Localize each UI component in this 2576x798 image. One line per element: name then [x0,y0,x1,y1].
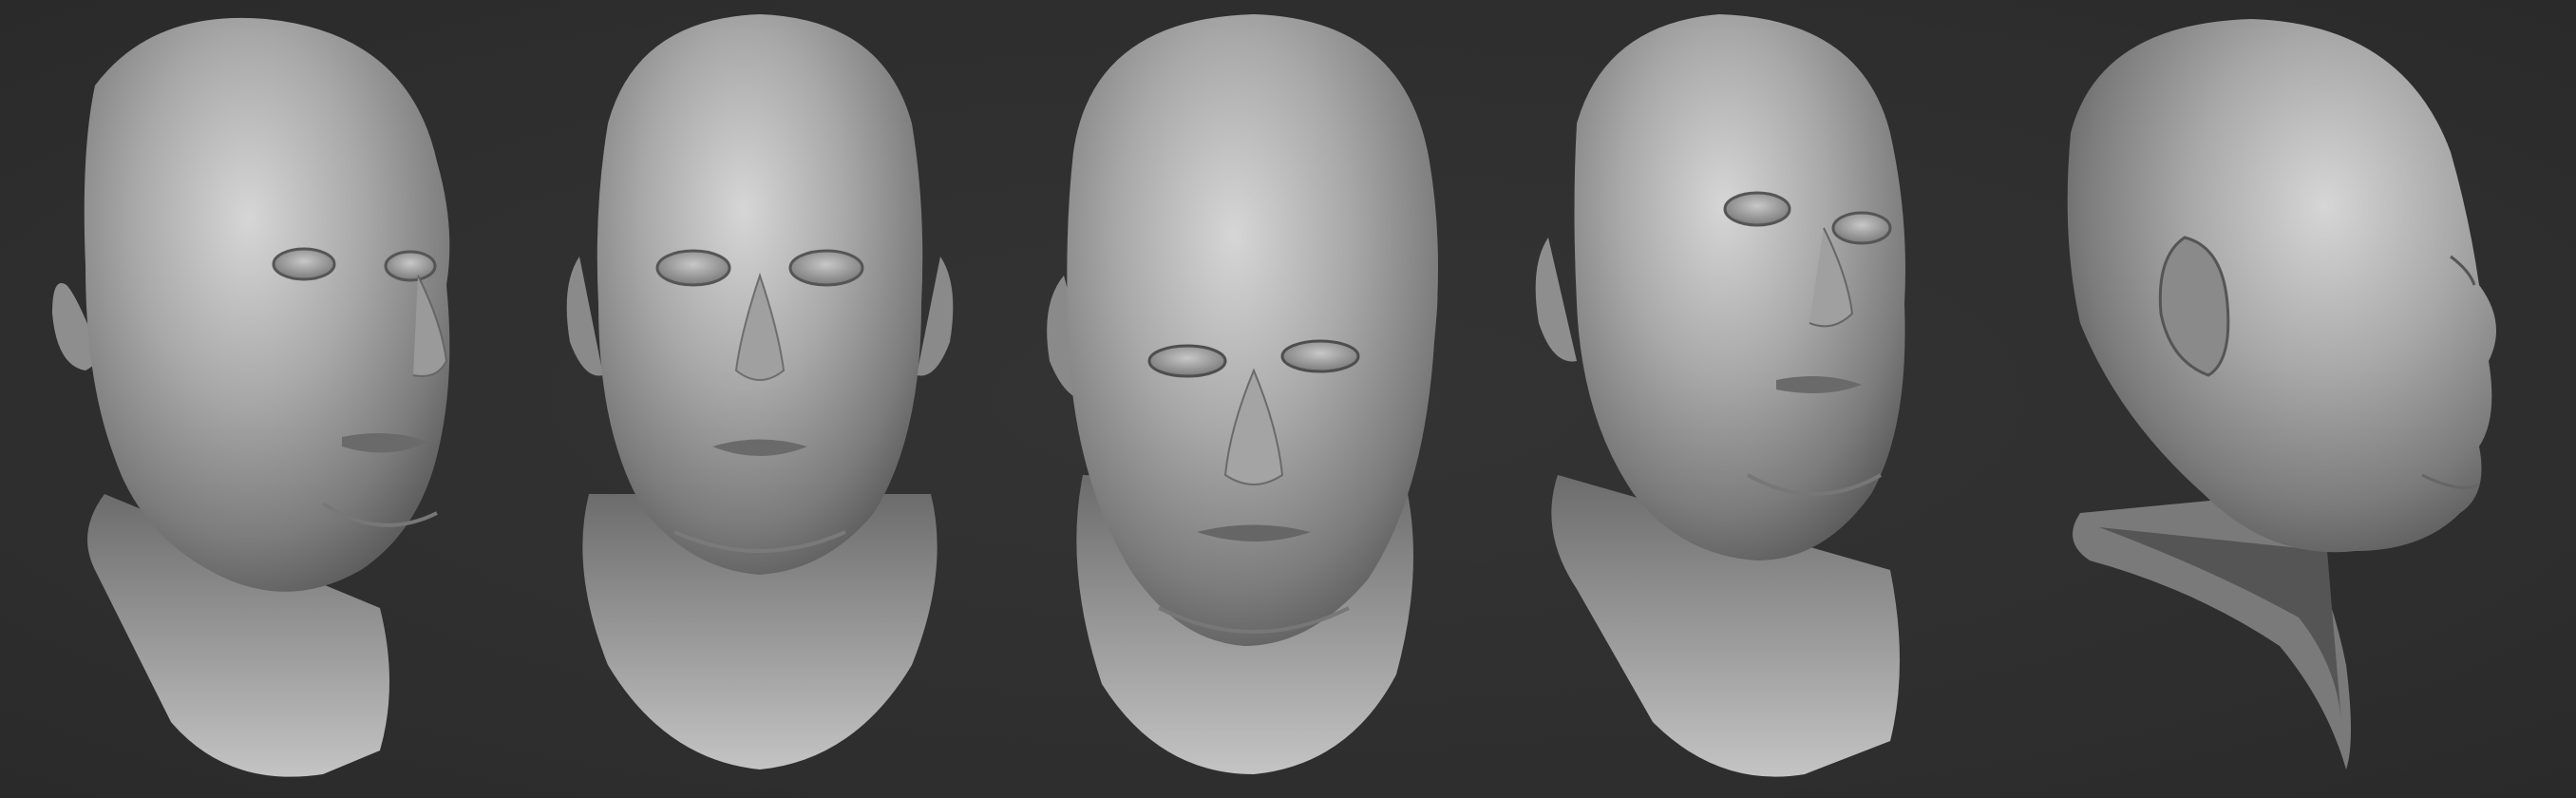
head-view-three-quarter-right-alt [1529,0,1966,798]
head-three-quarter-right-icon [52,17,450,777]
head-three-quarter-right-icon-2 [1535,14,1905,777]
head-view-front-low-angle [1026,0,1463,798]
head-front-icon [566,14,954,770]
head-view-front [551,0,969,798]
head-front-tilted-icon [1047,14,1438,774]
head-view-profile-right [2042,0,2536,798]
sculpt-turnaround-canvas [0,0,2576,798]
head-view-three-quarter-right [38,0,475,798]
head-profile-right-icon [2067,19,2496,770]
